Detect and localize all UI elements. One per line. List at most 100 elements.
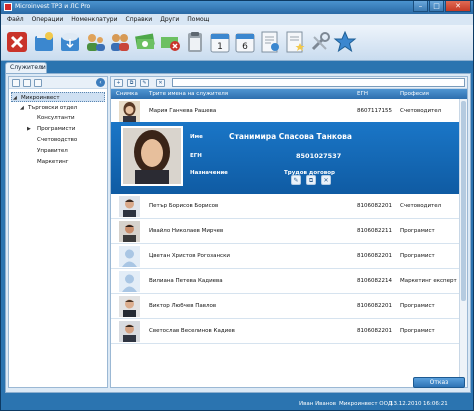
employee-photo bbox=[119, 101, 140, 122]
menu-other[interactable]: Други bbox=[160, 16, 179, 23]
document-check-icon[interactable] bbox=[258, 29, 282, 55]
selected-employee-egn: 8501027537 bbox=[296, 152, 342, 160]
tree-item-label: Счетоводство bbox=[37, 137, 78, 143]
grid-toolbar: + ⧉ ✎ ✕ bbox=[111, 77, 467, 89]
tree-edit-icon[interactable] bbox=[23, 79, 31, 87]
tree-item-sales[interactable]: ◢ Търговски отдел bbox=[19, 103, 77, 113]
tree-item-label: Търговски отдел bbox=[28, 105, 78, 111]
tree-item-marketing[interactable]: Маркетинг bbox=[37, 157, 69, 167]
table-row[interactable]: Ивайло Николаев Мирчев 8106082211 Програ… bbox=[111, 219, 467, 244]
column-photo[interactable]: Снимка bbox=[116, 89, 138, 99]
menu-file[interactable]: Файл bbox=[7, 16, 24, 23]
document-star-icon[interactable] bbox=[283, 29, 307, 55]
tree-item-label: Микроинвест bbox=[21, 95, 60, 101]
employee-photo bbox=[119, 196, 140, 217]
delete-contract-icon[interactable]: ✕ bbox=[321, 175, 331, 185]
document-tabs: Служители x bbox=[1, 61, 473, 73]
employee-name: Виктор Любчев Павлов bbox=[149, 303, 217, 309]
table-row[interactable]: Виктор Любчев Павлов 8106082201 Програми… bbox=[111, 294, 467, 319]
window-title: Microinvest ТРЗ и ЛС Pro bbox=[15, 3, 91, 10]
expanded-employee-card[interactable]: Име Станимира Спасова Танкова ЕГН 850102… bbox=[111, 122, 467, 194]
edit-contract-icon[interactable]: ✎ bbox=[291, 175, 301, 185]
employee-photo-large bbox=[121, 126, 183, 186]
clipboard-icon[interactable] bbox=[183, 29, 207, 55]
main-toolbar: 1 6 bbox=[1, 25, 473, 61]
menu-reports[interactable]: Справки bbox=[126, 16, 153, 23]
tree-item-label: Консултанти bbox=[37, 115, 75, 121]
table-row[interactable]: Вилиана Петева Кадиева 8106082214 Маркет… bbox=[111, 269, 467, 294]
star-icon[interactable] bbox=[333, 29, 357, 55]
employee-profession: Програмист bbox=[400, 253, 435, 259]
collapse-panel-icon[interactable]: ‹ bbox=[96, 78, 105, 87]
delete-employee-icon[interactable]: ✕ bbox=[156, 79, 165, 87]
employee-egn: 8106082201 bbox=[357, 253, 392, 259]
tree-add-icon[interactable] bbox=[12, 79, 20, 87]
menu-operations[interactable]: Операции bbox=[32, 16, 64, 23]
cloud-import-icon[interactable] bbox=[58, 29, 82, 55]
employee-photo-placeholder bbox=[119, 271, 140, 292]
tree-item-microinvest[interactable]: ◢ Микроинвест bbox=[11, 92, 105, 102]
group-add-icon[interactable] bbox=[83, 29, 107, 55]
tab-close-icon[interactable]: x bbox=[39, 63, 43, 73]
app-window: Microinvest ТРЗ и ЛС Pro – □ ✕ Файл Опер… bbox=[0, 0, 474, 411]
tree-expanded-icon[interactable]: ◢ bbox=[20, 103, 24, 113]
exit-icon[interactable] bbox=[5, 29, 29, 55]
department-tree-panel: ‹ ◢ Микроинвест ◢ Търговски отдел Консул… bbox=[8, 76, 108, 388]
employee-photo bbox=[119, 321, 140, 342]
menu-help[interactable]: Помощ bbox=[187, 16, 209, 23]
menu-bar: Файл Операции Номенклатури Справки Други… bbox=[1, 14, 473, 25]
main-content: ‹ ◢ Микроинвест ◢ Търговски отдел Консул… bbox=[5, 73, 471, 393]
tree-delete-icon[interactable] bbox=[34, 79, 42, 87]
tree-expanded-icon[interactable]: ◢ bbox=[13, 93, 17, 103]
tree-item-manager[interactable]: Управител bbox=[37, 146, 68, 156]
tab-employees[interactable]: Служители x bbox=[5, 62, 47, 73]
table-row[interactable]: Мария Ганчева Рашева 8607117155 Счетовод… bbox=[111, 99, 467, 124]
employee-egn: 8106082201 bbox=[357, 203, 392, 209]
employee-egn: 8607117155 bbox=[357, 108, 392, 114]
calendar-6-icon[interactable]: 6 bbox=[233, 29, 257, 55]
employee-egn: 8106082201 bbox=[357, 303, 392, 309]
employee-photo bbox=[119, 221, 140, 242]
copy-employee-icon[interactable]: ⧉ bbox=[127, 79, 136, 87]
tree-item-accounting[interactable]: Счетоводство bbox=[37, 135, 77, 145]
close-window-button[interactable]: ✕ bbox=[445, 1, 471, 12]
tools-icon[interactable] bbox=[308, 29, 332, 55]
maximize-button[interactable]: □ bbox=[429, 1, 444, 12]
column-profession[interactable]: Професия bbox=[400, 89, 429, 99]
tree-item-consultants[interactable]: Консултанти bbox=[37, 113, 75, 123]
calendar-1-icon[interactable]: 1 bbox=[208, 29, 232, 55]
copy-contract-icon[interactable]: ⧉ bbox=[306, 175, 316, 185]
table-row[interactable]: Петър Борисов Борисов 8106082201 Счетово… bbox=[111, 194, 467, 219]
column-egn[interactable]: ЕГН bbox=[357, 89, 368, 99]
svg-text:1: 1 bbox=[217, 42, 223, 52]
search-input[interactable] bbox=[172, 78, 465, 87]
grid-header: Снимка Трите имена на служителя ЕГН Проф… bbox=[111, 89, 467, 99]
employee-name: Цветан Христов Рогозански bbox=[149, 253, 230, 259]
minimize-button[interactable]: – bbox=[413, 1, 428, 12]
employee-name: Светослав Веселинов Кадиев bbox=[149, 328, 235, 334]
money-icon[interactable] bbox=[133, 29, 157, 55]
employee-photo-placeholder bbox=[119, 246, 140, 267]
menu-nomenclatures[interactable]: Номенклатури bbox=[71, 16, 117, 23]
employee-photo bbox=[119, 296, 140, 317]
add-employee-icon[interactable]: + bbox=[114, 79, 123, 87]
table-row[interactable]: Цветан Христов Рогозански 8106082201 Про… bbox=[111, 244, 467, 269]
scrollbar-thumb[interactable] bbox=[461, 101, 466, 301]
employee-egn: 8106082211 bbox=[357, 228, 392, 234]
cancel-button[interactable]: Отказ bbox=[413, 377, 465, 388]
new-document-icon[interactable] bbox=[32, 29, 56, 55]
tree-item-label: Програмисти bbox=[37, 126, 76, 132]
status-user: Иван Иванов bbox=[299, 401, 336, 407]
employee-profession: Счетоводител bbox=[400, 203, 442, 209]
employee-grid-panel: + ⧉ ✎ ✕ Снимка Трите имена на служителя … bbox=[110, 76, 468, 388]
users-icon[interactable] bbox=[108, 29, 132, 55]
grid-scrollbar[interactable] bbox=[459, 99, 467, 387]
tree-item-programmers[interactable]: ▶ Програмисти bbox=[27, 124, 75, 134]
column-full-name[interactable]: Трите имена на служителя bbox=[149, 89, 228, 99]
table-row[interactable]: Светослав Веселинов Кадиев 8106082201 Пр… bbox=[111, 319, 467, 344]
edit-employee-icon[interactable]: ✎ bbox=[140, 79, 149, 87]
cancel-money-icon[interactable] bbox=[158, 29, 182, 55]
employee-name: Вилиана Петева Кадиева bbox=[149, 278, 223, 284]
position-label: Назначение bbox=[190, 170, 228, 176]
tree-collapsed-icon[interactable]: ▶ bbox=[27, 124, 31, 134]
